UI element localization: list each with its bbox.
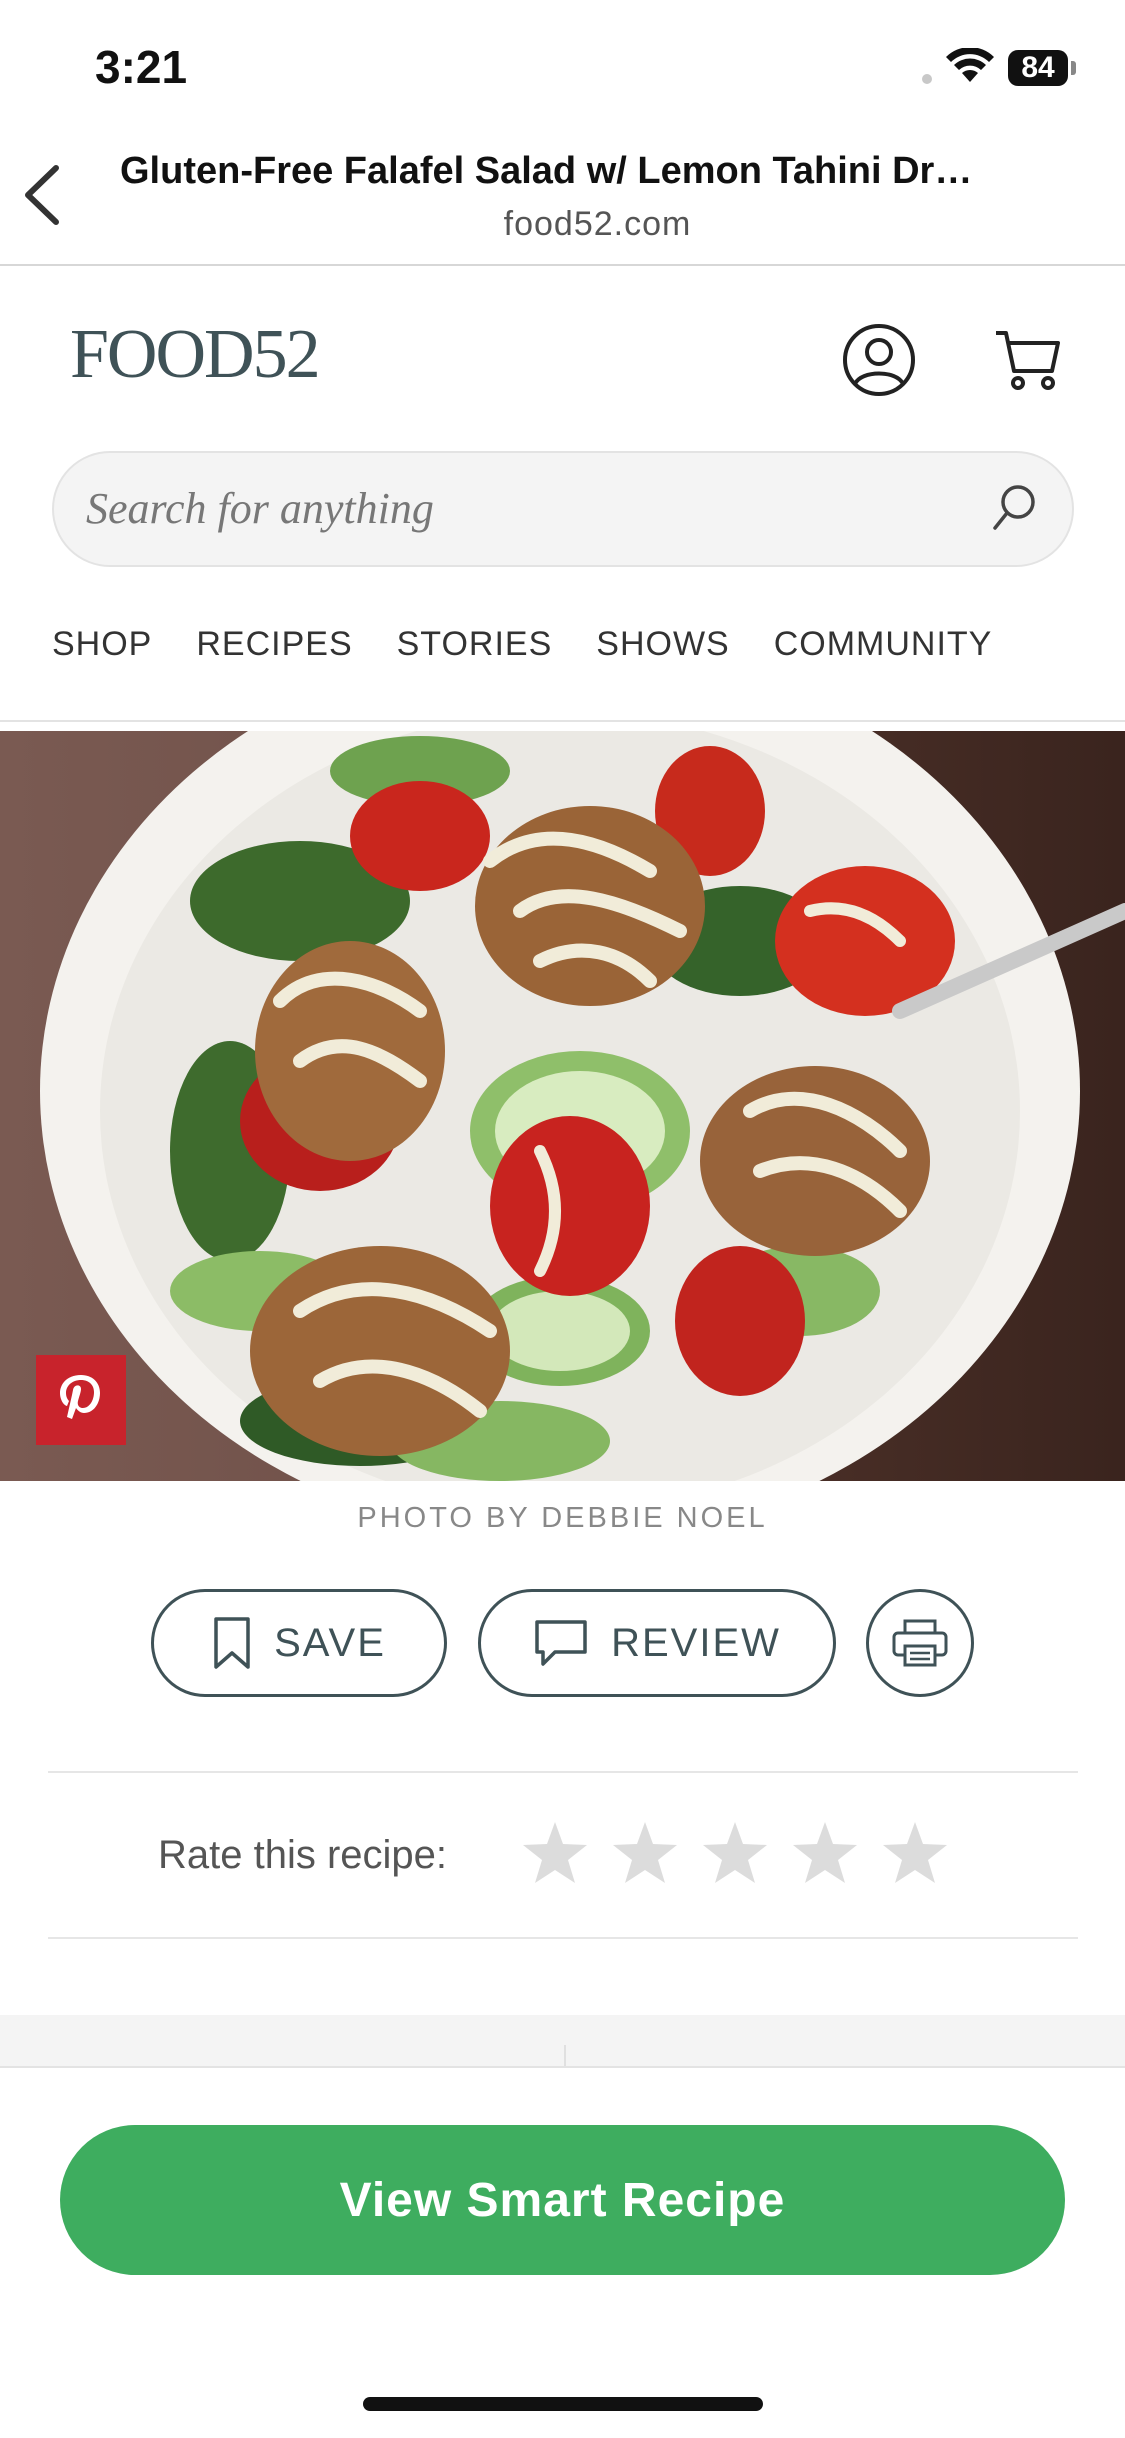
home-indicator[interactable] bbox=[363, 2397, 763, 2411]
cart-icon[interactable] bbox=[992, 327, 1062, 398]
rating-divider-top bbox=[48, 1771, 1078, 1773]
nav-community[interactable]: COMMUNITY bbox=[774, 625, 993, 664]
pinterest-icon bbox=[60, 1375, 100, 1419]
status-dot bbox=[922, 74, 932, 84]
review-button[interactable]: REVIEW bbox=[478, 1589, 836, 1697]
comment-icon bbox=[535, 1620, 587, 1666]
view-smart-recipe-button[interactable]: View Smart Recipe bbox=[60, 2125, 1065, 2275]
star-5-icon[interactable] bbox=[880, 1818, 950, 1888]
nav-recipes[interactable]: RECIPES bbox=[196, 625, 352, 664]
nav-divider bbox=[0, 720, 1125, 722]
save-button-label: SAVE bbox=[274, 1620, 386, 1665]
star-3-icon[interactable] bbox=[700, 1818, 770, 1888]
rating-label: Rate this recipe: bbox=[158, 1833, 448, 1877]
nav-shop[interactable]: SHOP bbox=[52, 625, 152, 664]
review-button-label: REVIEW bbox=[611, 1620, 781, 1665]
print-button[interactable] bbox=[866, 1589, 974, 1697]
account-icon[interactable] bbox=[841, 322, 917, 403]
page-title: Gluten-Free Falafel Salad w/ Lemon Tahin… bbox=[120, 150, 973, 192]
recipe-photo bbox=[0, 731, 1125, 1481]
wifi-icon bbox=[945, 47, 995, 89]
pinterest-button[interactable] bbox=[36, 1355, 126, 1445]
main-nav: SHOP RECIPES STORIES SHOWS COMMUNITY bbox=[52, 625, 1074, 664]
printer-icon bbox=[892, 1619, 948, 1667]
nav-stories[interactable]: STORIES bbox=[397, 625, 553, 664]
section-band-split bbox=[564, 2045, 566, 2067]
save-button[interactable]: SAVE bbox=[151, 1589, 447, 1697]
rating-divider-bottom bbox=[48, 1937, 1078, 1939]
header-divider bbox=[0, 264, 1125, 266]
star-2-icon[interactable] bbox=[610, 1818, 680, 1888]
star-1-icon[interactable] bbox=[520, 1818, 590, 1888]
photo-credit: PHOTO BY DEBBIE NOEL bbox=[357, 1502, 768, 1534]
food52-logo[interactable]: FOOD52 bbox=[70, 315, 321, 395]
nav-shows[interactable]: SHOWS bbox=[596, 625, 729, 664]
search-placeholder: Search for anything bbox=[86, 484, 434, 533]
search-icon[interactable] bbox=[990, 482, 1040, 539]
battery-tip bbox=[1071, 61, 1076, 75]
section-band bbox=[0, 2015, 1125, 2067]
page-domain: food52.com bbox=[503, 205, 692, 243]
battery-indicator: 84 bbox=[1008, 50, 1068, 86]
rating-stars bbox=[520, 1818, 950, 1888]
star-4-icon[interactable] bbox=[790, 1818, 860, 1888]
bookmark-icon bbox=[214, 1617, 250, 1669]
status-time: 3:21 bbox=[95, 41, 188, 93]
